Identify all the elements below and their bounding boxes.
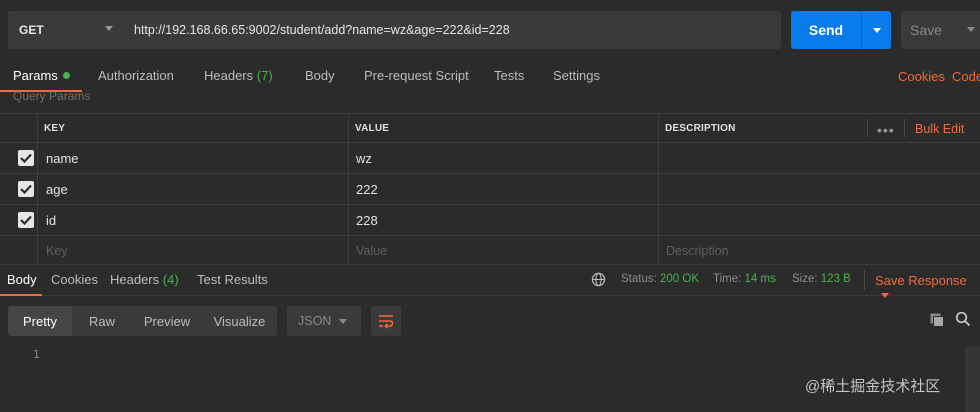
tab-headers-label: Headers bbox=[204, 68, 254, 83]
query-params-title: Query Params bbox=[13, 89, 91, 103]
url-input[interactable]: http://192.168.66.65:9002/student/add?na… bbox=[125, 11, 781, 49]
save-response-button[interactable]: Save Response bbox=[875, 273, 980, 303]
status-divider bbox=[864, 270, 865, 290]
active-tab-indicator bbox=[0, 294, 42, 296]
new-description-input[interactable]: Description bbox=[666, 244, 729, 258]
response-tab-headers-count: (4) bbox=[162, 272, 179, 287]
table-row-new: Key Value Description bbox=[0, 236, 980, 264]
param-key-cell[interactable]: age bbox=[46, 182, 68, 197]
time-label: Time: bbox=[713, 273, 742, 285]
response-tab-test-results[interactable]: Test Results bbox=[197, 272, 268, 287]
watermark-text: @稀土掘金技术社区 bbox=[805, 378, 941, 395]
table-row: name wz bbox=[0, 143, 980, 174]
send-button[interactable]: Send bbox=[791, 11, 861, 49]
param-key-cell[interactable]: id bbox=[46, 213, 56, 228]
method-label: GET bbox=[19, 23, 44, 37]
header-divider bbox=[904, 119, 905, 137]
checkmark-icon bbox=[20, 215, 32, 225]
chevron-down-icon bbox=[881, 293, 889, 298]
url-text: http://192.168.66.65:9002/student/add?na… bbox=[134, 23, 510, 37]
tab-settings[interactable]: Settings bbox=[553, 68, 600, 88]
response-tab-headers[interactable]: Headers (4) bbox=[110, 272, 179, 287]
tab-authorization[interactable]: Authorization bbox=[98, 68, 174, 88]
response-tab-headers-label: Headers bbox=[110, 272, 160, 287]
param-checkbox[interactable] bbox=[18, 212, 34, 228]
cookies-link[interactable]: Cookies bbox=[898, 69, 945, 84]
params-table: KEY VALUE DESCRIPTION ••• Bulk Edit name… bbox=[0, 113, 980, 264]
tab-pre-request-script[interactable]: Pre-request Script bbox=[364, 68, 469, 88]
response-tab-body[interactable]: Body bbox=[7, 272, 37, 287]
code-link[interactable]: Code bbox=[952, 69, 980, 84]
tab-settings-label: Settings bbox=[553, 68, 600, 83]
new-value-input[interactable]: Value bbox=[356, 244, 387, 258]
tab-pre-request-script-label: Pre-request Script bbox=[364, 68, 469, 83]
search-icon[interactable] bbox=[955, 311, 971, 327]
globe-icon[interactable] bbox=[591, 272, 606, 287]
table-header-row: KEY VALUE DESCRIPTION ••• Bulk Edit bbox=[0, 113, 980, 143]
view-preview-button[interactable]: Preview bbox=[132, 306, 202, 336]
size-label: Size: bbox=[792, 273, 818, 285]
wrap-lines-icon bbox=[379, 315, 394, 329]
status-value: 200 OK bbox=[660, 273, 700, 285]
column-divider bbox=[348, 113, 349, 264]
send-options-dropdown[interactable] bbox=[861, 11, 891, 49]
line-number: 1 bbox=[33, 348, 40, 361]
param-value-cell[interactable]: wz bbox=[356, 151, 372, 166]
header-divider bbox=[867, 119, 868, 137]
checkmark-icon bbox=[20, 153, 32, 163]
size-readout: Size: 123 B bbox=[792, 273, 851, 285]
params-active-dot-icon bbox=[62, 72, 70, 79]
bulk-edit-link[interactable]: Bulk Edit bbox=[915, 122, 964, 136]
send-button-group[interactable]: Send bbox=[791, 11, 891, 49]
response-tab-cookies[interactable]: Cookies bbox=[51, 272, 98, 287]
more-options-icon[interactable]: ••• bbox=[877, 122, 895, 138]
param-value-cell[interactable]: 222 bbox=[356, 182, 378, 197]
format-select[interactable]: JSON bbox=[287, 306, 361, 336]
table-row: age 222 bbox=[0, 174, 980, 205]
checkmark-icon bbox=[20, 184, 32, 194]
method-select[interactable]: GET bbox=[8, 11, 125, 49]
new-key-input[interactable]: Key bbox=[46, 244, 68, 258]
table-row: id 228 bbox=[0, 205, 980, 236]
column-description-header: DESCRIPTION bbox=[665, 123, 736, 134]
wrap-lines-button[interactable] bbox=[371, 306, 401, 336]
tab-authorization-label: Authorization bbox=[98, 68, 174, 83]
tab-params-label: Params bbox=[13, 68, 58, 83]
response-scrollbar[interactable] bbox=[966, 346, 980, 412]
chevron-down-icon bbox=[967, 27, 975, 32]
tab-headers-count: (7) bbox=[256, 68, 273, 83]
save-response-label: Save Response bbox=[875, 273, 967, 288]
save-button[interactable]: Save bbox=[901, 11, 980, 49]
chevron-down-icon bbox=[872, 27, 881, 33]
tab-tests-label: Tests bbox=[494, 68, 525, 83]
copy-icon[interactable] bbox=[929, 312, 945, 328]
view-pretty-button[interactable]: Pretty bbox=[8, 306, 72, 336]
tab-body[interactable]: Body bbox=[305, 68, 335, 88]
param-checkbox[interactable] bbox=[18, 150, 34, 166]
view-raw-button[interactable]: Raw bbox=[72, 306, 132, 336]
save-label: Save bbox=[910, 22, 942, 38]
view-visualize-button[interactable]: Visualize bbox=[202, 306, 277, 336]
chevron-down-icon bbox=[339, 319, 347, 324]
column-key-header: KEY bbox=[44, 123, 66, 134]
column-value-header: VALUE bbox=[355, 123, 390, 134]
column-divider bbox=[658, 113, 659, 264]
chevron-down-icon bbox=[105, 26, 113, 31]
param-key-cell[interactable]: name bbox=[46, 151, 79, 166]
tab-tests[interactable]: Tests bbox=[494, 68, 524, 88]
status-readout: Status: 200 OK bbox=[621, 273, 699, 285]
format-label: JSON bbox=[298, 314, 332, 328]
tab-body-label: Body bbox=[305, 68, 335, 83]
view-mode-group: Pretty Raw Preview Visualize bbox=[8, 306, 277, 336]
time-value: 14 ms bbox=[744, 273, 776, 285]
param-checkbox[interactable] bbox=[18, 181, 34, 197]
column-divider bbox=[37, 113, 38, 264]
status-label: Status: bbox=[621, 273, 657, 285]
size-value: 123 B bbox=[820, 273, 851, 285]
tab-headers[interactable]: Headers (7) bbox=[204, 68, 273, 88]
param-value-cell[interactable]: 228 bbox=[356, 213, 378, 228]
time-readout: Time: 14 ms bbox=[713, 273, 776, 285]
tab-params[interactable]: Params bbox=[13, 68, 70, 88]
